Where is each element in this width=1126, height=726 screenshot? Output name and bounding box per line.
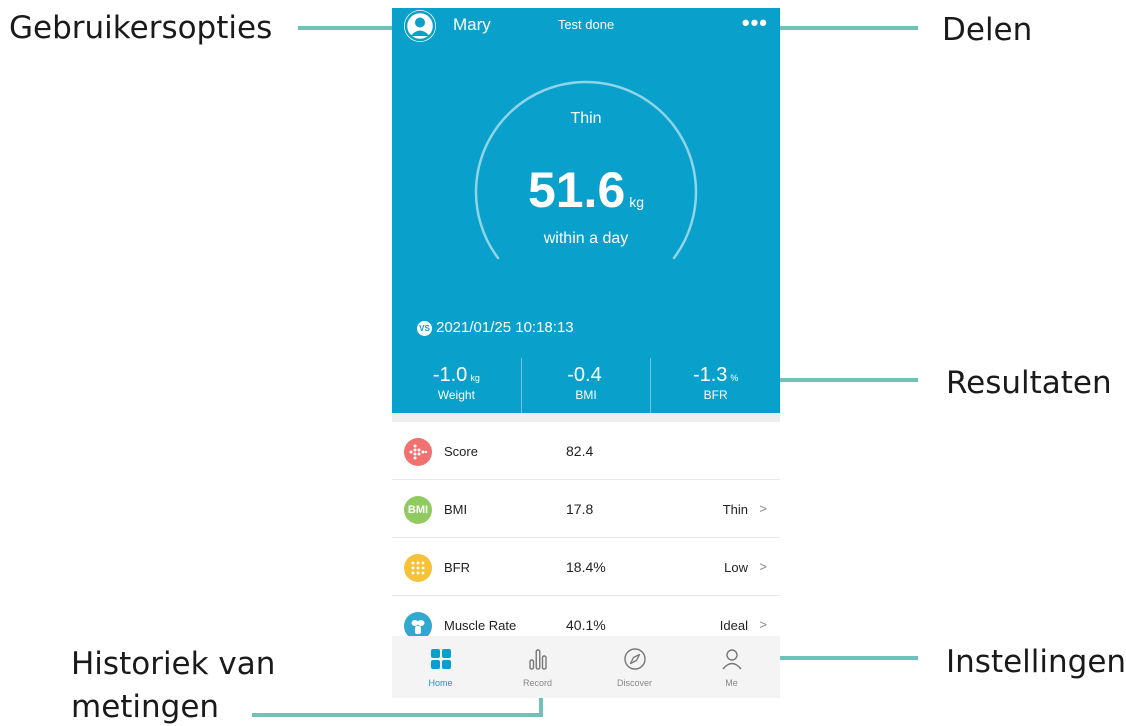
weight-unit: kg [629,194,645,210]
metric-label: Score [444,444,478,459]
metric-value: 18.4% [566,559,606,575]
stat-value: -1.3 [692,364,728,386]
callout-user-options: Gebruikersopties [9,10,273,46]
vs-icon: VS [417,321,432,336]
weight-readout: 51.6 kg [392,161,780,219]
metric-level: Thin [722,502,748,517]
stat-value: -0.4 [567,364,602,386]
comparison-date: 2021/01/25 10:18:13 [436,319,574,336]
callout-history-line1: Historiek van [71,646,276,682]
bottom-tab-bar: Home Record Discover Me [392,636,780,698]
metric-label: Muscle Rate [444,618,517,633]
stat-unit: % [730,373,739,383]
tab-label: Me [725,678,738,688]
bmi-icon: BMI [404,496,432,524]
phone-screen: Mary Test done ••• Thin 51.6 kg within a … [392,8,780,698]
bar-chart-icon [528,649,547,670]
stat-value: -1.0 [432,364,468,386]
stat-unit: kg [470,373,480,383]
metric-label: BMI [444,502,468,517]
home-grid-icon [430,649,451,669]
result-panel: Mary Test done ••• Thin 51.6 kg within a … [392,8,780,413]
section-divider [392,413,780,422]
metric-row-bmi[interactable]: BMI BMI 17.8 Thin > [392,480,780,538]
metric-row-bfr[interactable]: BFR 18.4% Low > [392,538,780,596]
compass-icon [623,648,646,670]
metric-level: Low [724,560,748,575]
comparison-results: -1.0 kg Weight -0.4 BMI -1.3% BFR [392,358,780,413]
leader-share [776,26,918,30]
tab-label: Record [522,678,552,688]
tab-me[interactable]: Me [683,636,780,698]
body-type-label: Thin [570,110,602,127]
more-options-icon[interactable]: ••• [742,10,768,36]
callout-results: Resultaten [946,365,1112,401]
test-status: Test done [557,17,615,32]
chevron-right-icon: > [759,617,767,632]
callout-settings: Instellingen [946,644,1126,680]
tab-label: Home [428,678,453,688]
stat-bfr: -1.3% BFR [650,358,780,413]
chevron-right-icon: > [759,559,767,574]
callout-history-line2: metingen [71,689,220,725]
stat-weight: -1.0 kg Weight [392,358,521,413]
metric-label: BFR [444,560,470,575]
person-icon [721,649,742,670]
tab-label: Discover [616,678,652,688]
leader-user-options [298,26,398,30]
stat-label: Weight [437,388,475,402]
callout-share: Delen [942,12,1033,48]
tab-discover[interactable]: Discover [586,636,683,698]
metric-value: 40.1% [566,617,606,633]
metric-value: 82.4 [566,443,594,459]
leader-history [252,713,543,717]
tab-record[interactable]: Record [489,636,586,698]
stat-label: BMI [575,388,597,402]
bfr-icon [404,554,432,582]
metrics-list: Score 82.4 BMI BMI 17.8 Thin > BFR 18.4%… [392,422,780,654]
metric-row-score[interactable]: Score 82.4 [392,422,780,480]
chevron-right-icon: > [759,501,767,516]
stat-label: BFR [703,388,728,402]
stat-bmi: -0.4 BMI [520,358,651,413]
metric-value: 17.8 [566,501,594,517]
weight-value: 51.6 [527,162,626,218]
leader-results [760,378,918,382]
tab-home[interactable]: Home [392,636,489,698]
metric-level: Ideal [719,618,748,633]
measurement-note: within a day [543,230,629,247]
score-icon [404,438,432,466]
